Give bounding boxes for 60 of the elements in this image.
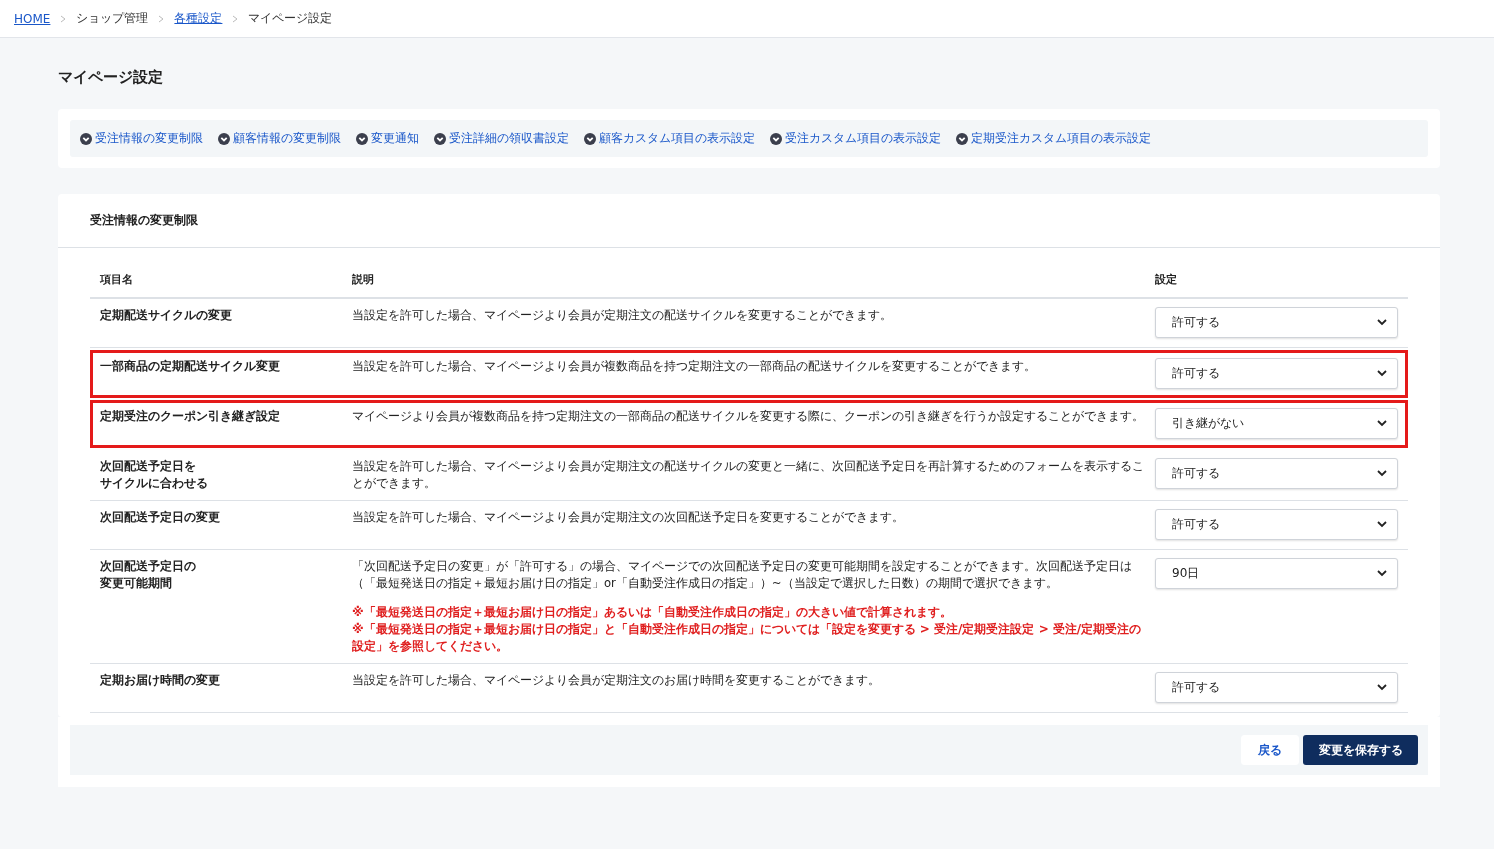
setting-dropdown[interactable]: 許可する xyxy=(1155,458,1398,489)
column-header: 説明 xyxy=(352,272,375,287)
setting-description: 当設定を許可した場合、マイページより会員が複数商品を持つ定期注文の一部商品の配送サイクルを変更することができます。 xyxy=(352,358,1037,375)
breadcrumb-text: ショップ管理 xyxy=(76,10,149,27)
anchor-link[interactable]: 受注カスタム項目の表示設定 xyxy=(770,130,941,147)
setting-dropdown[interactable]: 許可する xyxy=(1155,307,1398,338)
column-header: 設定 xyxy=(1155,272,1178,287)
chevron-down-circle-icon xyxy=(584,132,596,145)
setting-name: サイクルに合わせる xyxy=(100,476,208,490)
setting-description: 当設定を許可した場合、マイページより会員が定期注文の配送サイクルの変更と一緒に、次回配送予定日を再計算するためのフォームを表示することができます。 xyxy=(352,458,1145,492)
anchor-link[interactable]: 顧客カスタム項目の表示設定 xyxy=(584,130,755,147)
setting-description: 当設定を許可した場合、マイページより会員が定期注文のお届け時間を変更することができます。 xyxy=(352,672,881,689)
column-header: 項目名 xyxy=(99,272,134,287)
setting-name: 定期お届け時間の変更 xyxy=(100,673,220,687)
chevron-down-icon xyxy=(1377,420,1387,427)
section-title: 受注情報の変更制限 xyxy=(58,194,1440,248)
setting-dropdown[interactable]: 引き継がない xyxy=(1155,408,1398,439)
chevron-down-circle-icon xyxy=(956,132,968,145)
breadcrumb-separator-icon xyxy=(60,14,67,23)
setting-description: 当設定を許可した場合、マイページより会員が定期注文の次回配送予定日を変更することができます。 xyxy=(352,509,905,526)
chevron-down-icon xyxy=(1377,521,1387,528)
chevron-down-circle-icon xyxy=(356,132,368,145)
setting-dropdown[interactable]: 90日 xyxy=(1155,558,1398,589)
breadcrumb-text: マイページ設定 xyxy=(248,10,333,27)
chevron-down-icon xyxy=(1377,684,1387,691)
chevron-down-circle-icon xyxy=(434,132,446,145)
breadcrumb-separator-icon xyxy=(158,14,165,23)
setting-name: 次回配送予定日を xyxy=(100,459,196,473)
anchor-link[interactable]: 定期受注カスタム項目の表示設定 xyxy=(956,130,1151,147)
chevron-down-icon xyxy=(1377,319,1387,326)
warning-note: ※「最短発送日の指定＋最短お届け日の指定」あるいは「自動受注作成日の指定」の大きい値で計算されます。 xyxy=(352,604,953,621)
warning-note: ※「最短発送日の指定＋最短お届け日の指定」と「自動受注作成日の指定」については「設定を変更する > 受注/定期受注設定 > 受注/定期受注の設定」を参照してください。 xyxy=(352,621,1143,655)
page-title: マイページ設定 xyxy=(58,68,164,87)
setting-name: 次回配送予定日の xyxy=(100,559,196,573)
save-button[interactable]: 変更を保存する xyxy=(1303,735,1418,765)
back-button[interactable]: 戻る xyxy=(1241,735,1299,765)
setting-description: マイページより会員が複数商品を持つ定期注文の一部商品の配送サイクルを変更する際に、クーポンの引き継ぎを行うか設定することができます。 xyxy=(352,408,1145,425)
chevron-down-circle-icon xyxy=(770,132,782,145)
chevron-down-icon xyxy=(1377,570,1387,577)
setting-name: 次回配送予定日の変更 xyxy=(100,510,220,524)
setting-name: 変更可能期間 xyxy=(100,576,172,590)
anchor-link[interactable]: 顧客情報の変更制限 xyxy=(218,130,341,147)
setting-dropdown[interactable]: 許可する xyxy=(1155,358,1398,389)
setting-description: 「次回配送予定日の変更」が「許可する」の場合、マイページでの次回配送予定日の変更可能期間を設定することができます。次回配送予定日は（「最短発送日の指定＋最短お届け日の指定」or「自動受注作成日の指定」）~（当設定で選択した日数）の期間で選択できます。 xyxy=(352,558,1133,592)
setting-dropdown[interactable]: 許可する xyxy=(1155,672,1398,703)
breadcrumb-link[interactable]: HOME xyxy=(14,11,51,26)
setting-dropdown[interactable]: 許可する xyxy=(1155,509,1398,540)
breadcrumb-link[interactable]: 各種設定 xyxy=(174,10,223,27)
breadcrumb-separator-icon xyxy=(232,14,239,23)
chevron-down-circle-icon xyxy=(80,132,92,145)
setting-name: 定期受注のクーポン引き継ぎ設定 xyxy=(100,409,280,423)
setting-name: 一部商品の定期配送サイクル変更 xyxy=(100,359,280,373)
anchor-link[interactable]: 受注情報の変更制限 xyxy=(80,130,203,147)
setting-name: 定期配送サイクルの変更 xyxy=(100,308,232,322)
chevron-down-circle-icon xyxy=(218,132,230,145)
anchor-link[interactable]: 受注詳細の領収書設定 xyxy=(434,130,569,147)
setting-description: 当設定を許可した場合、マイページより会員が定期注文の配送サイクルを変更することができます。 xyxy=(352,307,893,324)
chevron-down-icon xyxy=(1377,470,1387,477)
chevron-down-icon xyxy=(1377,370,1387,377)
anchor-link[interactable]: 変更通知 xyxy=(356,130,419,147)
